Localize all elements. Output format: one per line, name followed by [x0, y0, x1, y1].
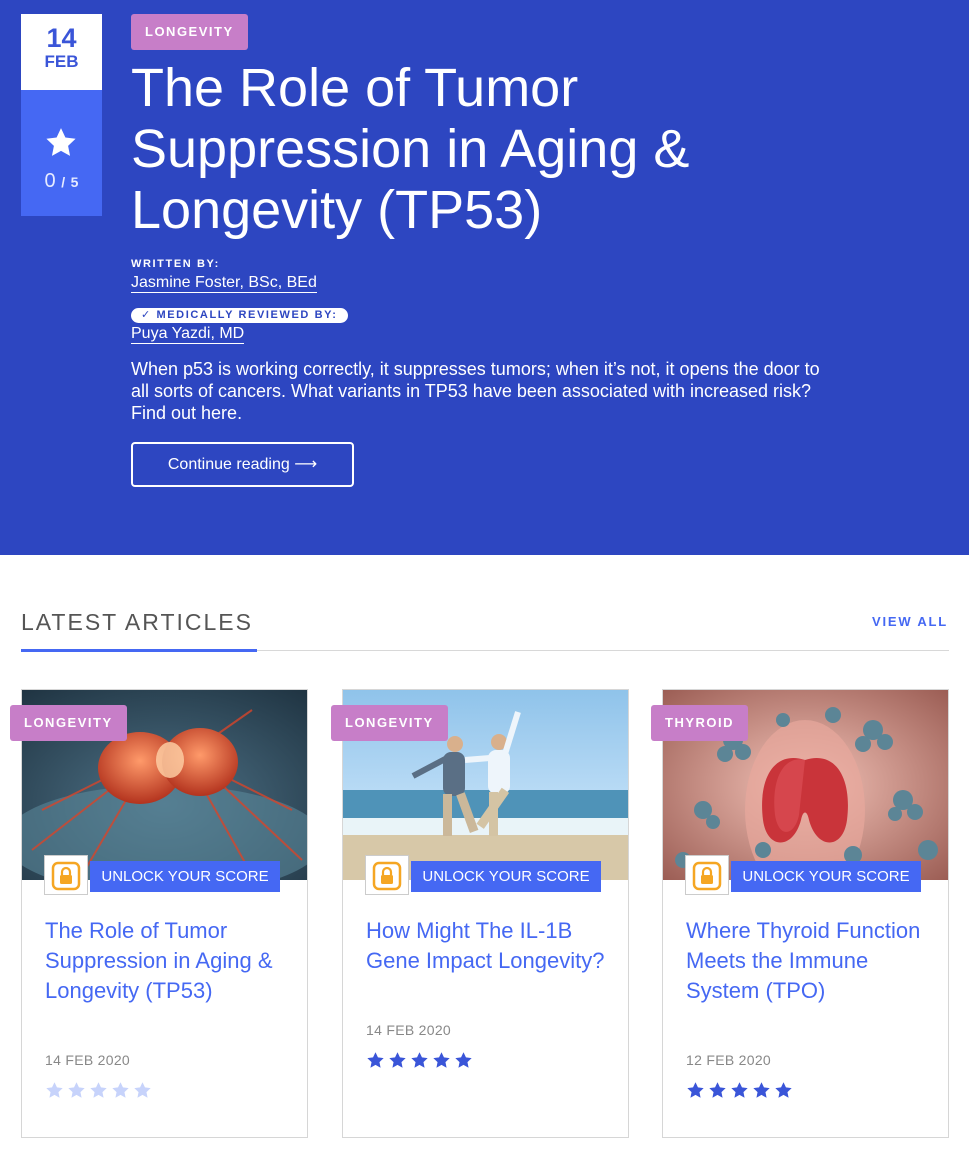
rating-box[interactable]: 0 / 5	[21, 90, 102, 216]
star-icon	[775, 1082, 792, 1098]
star-icon	[687, 1082, 704, 1098]
unlock-score-button[interactable]: UNLOCK YOUR SCORE	[731, 861, 921, 892]
star-icon	[46, 1082, 63, 1098]
star-rating[interactable]	[686, 1081, 796, 1101]
hero-section: 14 FEB 0 / 5 LONGEVITY The Role of Tumor…	[0, 0, 969, 555]
date-month: FEB	[44, 52, 79, 71]
star-icon	[411, 1052, 428, 1068]
star-icon	[46, 128, 76, 156]
card-category-badge[interactable]: LONGEVITY	[331, 705, 448, 741]
author-link[interactable]: Jasmine Foster, BSc, BEd	[131, 273, 317, 293]
card-date: 14 FEB 2020	[366, 1022, 452, 1038]
lock-icon	[692, 861, 722, 891]
star-icon	[455, 1052, 472, 1068]
card-date: 14 FEB 2020	[45, 1052, 131, 1068]
star-icon	[134, 1082, 151, 1098]
date-day: 14	[46, 23, 77, 53]
medically-reviewed-label: ✓ MEDICALLY REVIEWED BY:	[131, 308, 348, 323]
written-by-label: WRITTEN BY:	[131, 258, 220, 270]
card-category-badge[interactable]: THYROID	[651, 705, 748, 741]
continue-reading-button[interactable]: Continue reading ⟶	[131, 442, 354, 487]
star-rating[interactable]	[366, 1051, 476, 1071]
article-description: When p53 is working correctly, it suppre…	[131, 359, 820, 423]
category-badge[interactable]: LONGEVITY	[131, 14, 248, 50]
card-title[interactable]: Where Thyroid Function Meets the Immune …	[686, 916, 926, 1006]
star-icon	[433, 1052, 450, 1068]
star-icon	[112, 1082, 129, 1098]
card-date: 12 FEB 2020	[686, 1052, 772, 1068]
star-rating[interactable]	[45, 1081, 155, 1101]
star-icon	[90, 1082, 107, 1098]
lock-badge	[44, 855, 88, 895]
star-icon	[367, 1052, 384, 1068]
latest-articles-title: LATEST ARTICLES	[21, 609, 253, 635]
star-icon	[389, 1052, 406, 1068]
section-divider-accent	[21, 649, 257, 652]
article-card[interactable]: UNLOCK YOUR SCORE Where Thyroid Function…	[662, 689, 949, 1138]
unlock-score-button[interactable]: UNLOCK YOUR SCORE	[411, 861, 601, 892]
card-category-badge[interactable]: LONGEVITY	[10, 705, 127, 741]
article-card[interactable]: UNLOCK YOUR SCORE How Might The IL-1B Ge…	[342, 689, 629, 1138]
date-rating-box: 14 FEB 0 / 5	[21, 14, 102, 216]
article-title[interactable]: The Role of Tumor Suppression in Aging &…	[131, 58, 851, 241]
star-icon	[709, 1082, 726, 1098]
view-all-link[interactable]: VIEW ALL	[872, 614, 948, 629]
lock-badge	[685, 855, 729, 895]
card-title[interactable]: How Might The IL-1B Gene Impact Longevit…	[366, 916, 606, 976]
article-card[interactable]: UNLOCK YOUR SCORE The Role of Tumor Supp…	[21, 689, 308, 1138]
rating-value: 0 / 5	[44, 170, 79, 192]
lock-icon	[372, 861, 402, 891]
lock-badge	[365, 855, 409, 895]
date-badge: 14 FEB	[21, 14, 102, 90]
reviewer-link[interactable]: Puya Yazdi, MD	[131, 324, 245, 344]
lock-icon	[51, 861, 81, 891]
star-icon	[753, 1082, 770, 1098]
star-icon	[68, 1082, 85, 1098]
unlock-score-button[interactable]: UNLOCK YOUR SCORE	[90, 861, 280, 892]
star-icon	[731, 1082, 748, 1098]
card-title[interactable]: The Role of Tumor Suppression in Aging &…	[45, 916, 285, 1006]
